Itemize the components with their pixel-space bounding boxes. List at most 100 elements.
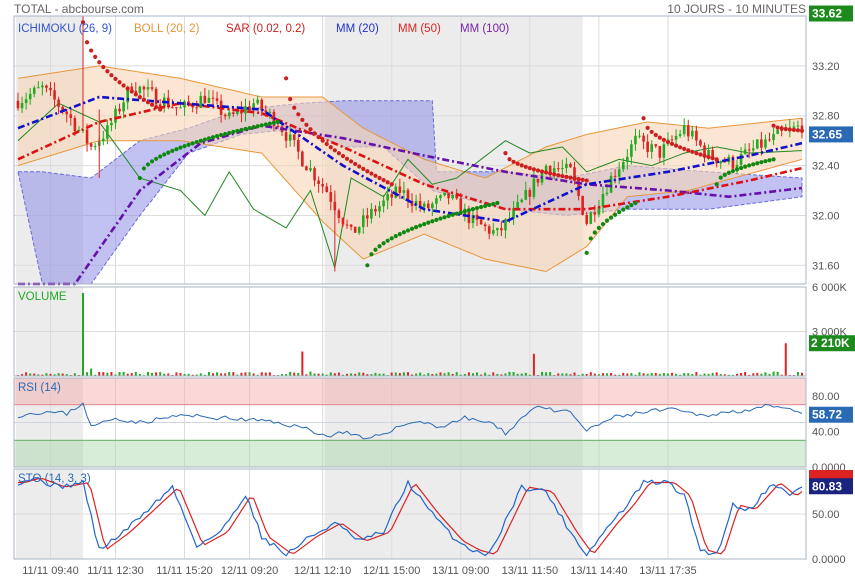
candle-body (601, 194, 605, 207)
sar-dot (401, 230, 407, 235)
stochastic-tick-label: 0.0000 (812, 554, 846, 566)
sar-dot (491, 201, 496, 207)
sar-dot (625, 205, 630, 210)
sar-dot (649, 129, 654, 135)
volume-bar (715, 372, 718, 376)
volume-bar (25, 372, 28, 376)
sar-dot (621, 207, 626, 212)
candle-body (772, 133, 775, 141)
candle-body (390, 194, 394, 198)
volume-tick-label: 6 000K (812, 282, 848, 294)
sar-dot (584, 250, 589, 255)
sar-dot (568, 175, 573, 180)
sar-dot (93, 54, 98, 60)
candle-body (284, 132, 288, 141)
sar-dot (263, 122, 268, 127)
sar-dot (381, 241, 386, 246)
sar-dot (149, 159, 155, 164)
sar-dot (377, 175, 382, 181)
candle-body (357, 227, 361, 233)
sar-dot (133, 92, 138, 97)
sar-dot (393, 234, 398, 239)
sar-dot (556, 173, 561, 178)
volume-bar (390, 372, 393, 376)
candle-body (32, 87, 36, 94)
volume-bar (207, 371, 210, 376)
candle-body (678, 134, 682, 136)
candle-body (585, 214, 589, 224)
sar-dot (365, 263, 370, 268)
x-axis-label: 11/11 15:20 (156, 565, 212, 577)
stock-chart[interactable]: ICHIMOKU (26, 9) BOLL (20, 2) SAR (0.02, 0… (0, 0, 855, 580)
volume-bar (508, 371, 511, 376)
candle-body (617, 169, 621, 177)
sar-dot (714, 182, 719, 187)
sar-dot (446, 213, 451, 219)
candle-body (207, 97, 211, 103)
candle-body (179, 107, 182, 109)
candle-body (569, 163, 572, 168)
candle-body (378, 206, 381, 212)
candle-body (45, 85, 48, 88)
candle-body (646, 141, 649, 152)
sar-dot (296, 112, 301, 117)
sar-dot (413, 225, 419, 230)
candle-body (487, 226, 491, 234)
sar-dot (718, 175, 723, 180)
sar-dot (771, 123, 776, 128)
sar-dot (678, 145, 683, 150)
sar-dot (613, 212, 618, 217)
sar-dot (641, 116, 646, 121)
price-badge-label: 33.62 (812, 7, 842, 21)
candle-body (146, 87, 150, 90)
candle-body (516, 202, 519, 208)
sar-dot (210, 135, 216, 140)
sar-dot (734, 167, 740, 172)
sar-dot (292, 105, 297, 110)
volume-bar (695, 372, 698, 376)
sar-dot (328, 145, 333, 150)
candle-body (638, 135, 641, 137)
candle-body (24, 99, 28, 104)
sar-dot (373, 247, 378, 252)
candle-body (106, 125, 109, 139)
candle-body (57, 99, 60, 107)
sar-dot (653, 132, 658, 138)
candle-body (686, 125, 690, 137)
candle-body (747, 149, 751, 151)
sar-dot (617, 210, 622, 215)
sar-dot (743, 164, 748, 169)
candle-body (122, 102, 125, 112)
sar-dot (365, 169, 370, 174)
sar-dot (182, 144, 187, 149)
candle-body (20, 103, 24, 109)
sar-dot (361, 166, 366, 171)
candle-body (670, 139, 674, 141)
candle-body (792, 126, 796, 128)
candle-body (768, 139, 771, 141)
volume-bar (532, 353, 535, 376)
candle-body (110, 122, 113, 126)
candle-body (756, 139, 759, 149)
candle-body (626, 156, 629, 163)
candle-body (613, 175, 617, 177)
candle-body (520, 199, 524, 203)
sar-dot (149, 102, 155, 107)
sar-dot (454, 211, 459, 216)
sar-dot (324, 141, 329, 147)
sar-dot (438, 216, 443, 221)
volume-bar (549, 372, 552, 376)
price-tick-label: 31.60 (812, 260, 840, 272)
candle-body (642, 135, 645, 142)
candle-body (158, 104, 162, 107)
volume-bar (122, 371, 125, 376)
sar-dot (247, 125, 252, 131)
sar-dot (409, 226, 415, 231)
volume-bar (175, 372, 178, 376)
sar-dot (430, 219, 435, 224)
sar-dot (751, 162, 756, 167)
sar-dot (665, 139, 671, 145)
sar-dot (186, 142, 191, 147)
legend-item: SAR (0.02, 0.2) (226, 23, 305, 35)
volume-bar (589, 372, 592, 376)
